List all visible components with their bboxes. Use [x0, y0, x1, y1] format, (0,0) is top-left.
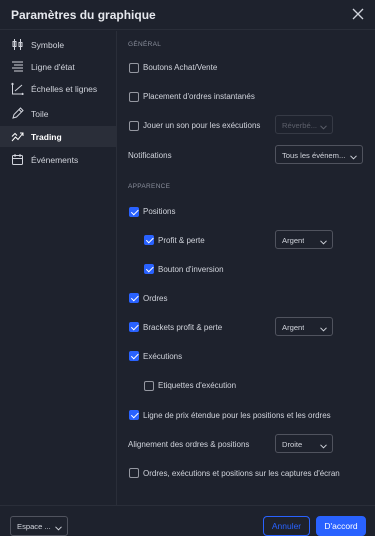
positions-checkbox[interactable]: [129, 207, 139, 217]
screenshots-label: Ordres, exécutions et positions sur les …: [143, 469, 340, 478]
dialog-header: Paramètres du graphique: [0, 0, 375, 30]
calendar-icon: [11, 153, 24, 166]
chevron-down-icon: [55, 523, 62, 531]
buy-sell-buttons-checkbox[interactable]: [129, 63, 139, 73]
sound-select[interactable]: Réverbé...: [275, 115, 333, 134]
reverse-button-label: Bouton d'inversion: [158, 265, 224, 274]
chevron-down-icon: [320, 324, 327, 332]
sidebar-item-scales[interactable]: Échelles et lignes: [0, 78, 116, 99]
settings-sidebar: Symbole Ligne d'état Échelles et lignes …: [0, 31, 117, 505]
extended-price-line-label: Ligne de prix étendue pour les positions…: [143, 411, 331, 420]
execution-labels-label: Etiquettes d'exécution: [158, 381, 237, 390]
chart-settings-dialog: Paramètres du graphique Symbole Ligne d'…: [0, 0, 375, 536]
buy-sell-buttons-label: Boutons Achat/Vente: [143, 63, 218, 72]
template-select-value: Espace ...: [17, 521, 51, 531]
profit-loss-select-value: Argent: [282, 235, 305, 245]
play-sound-checkbox[interactable]: [129, 121, 139, 131]
executions-checkbox[interactable]: [129, 351, 139, 361]
reverse-button-checkbox[interactable]: [144, 264, 154, 274]
close-icon[interactable]: [351, 7, 365, 21]
profit-loss-select[interactable]: Argent: [275, 230, 333, 249]
executions-label: Exécutions: [143, 352, 183, 361]
orders-label: Ordres: [143, 294, 168, 303]
sidebar-item-canvas[interactable]: Toile: [0, 103, 116, 124]
instant-orders-label: Placement d'ordres instantanés: [143, 92, 255, 101]
sidebar-item-label: Toile: [31, 109, 49, 119]
brackets-select-value: Argent: [282, 322, 305, 332]
extended-price-line-checkbox[interactable]: [129, 410, 139, 420]
ok-button[interactable]: D'accord: [316, 516, 366, 536]
sidebar-item-symbol[interactable]: Symbole: [0, 34, 116, 55]
template-select[interactable]: Espace ...: [10, 516, 68, 536]
sidebar-item-label: Événements: [31, 155, 79, 165]
chevron-down-icon: [320, 441, 327, 449]
sound-select-value: Réverbé...: [282, 120, 318, 130]
scales-icon: [11, 82, 24, 96]
profit-loss-label: Profit & perte: [158, 236, 205, 245]
dialog-title: Paramètres du graphique: [11, 8, 156, 22]
alignment-select[interactable]: Droite: [275, 434, 333, 453]
screenshots-checkbox[interactable]: [129, 468, 139, 478]
section-heading-general: GÉNÉRAL: [128, 41, 162, 48]
alignment-select-value: Droite: [282, 439, 303, 449]
alignment-label: Alignement des ordres & positions: [128, 440, 250, 449]
chevron-down-icon: [350, 152, 357, 160]
settings-content: GÉNÉRAL Boutons Achat/Vente Placement d'…: [118, 31, 375, 505]
trading-icon: [11, 130, 24, 143]
sidebar-item-label: Symbole: [31, 40, 65, 50]
dialog-footer: Espace ... Annuler D'accord: [0, 505, 375, 536]
instant-orders-checkbox[interactable]: [129, 92, 139, 102]
status-line-icon: [11, 60, 24, 73]
play-sound-label: Jouer un son pour les exécutions: [143, 121, 261, 130]
sidebar-item-events[interactable]: Événements: [0, 149, 116, 170]
chevron-down-icon: [320, 237, 327, 245]
section-heading-appearance: APPARENCE: [128, 183, 171, 190]
chevron-down-icon: [320, 122, 327, 130]
positions-label: Positions: [143, 207, 176, 216]
sidebar-item-trading[interactable]: Trading: [0, 126, 116, 147]
pencil-icon: [11, 107, 24, 120]
cancel-button[interactable]: Annuler: [263, 516, 310, 536]
brackets-checkbox[interactable]: [129, 322, 139, 332]
sidebar-item-label: Échelles et lignes: [31, 84, 98, 94]
notifications-select-value: Tous les événem...: [282, 150, 346, 160]
candlestick-icon: [11, 38, 24, 51]
sidebar-item-status-line[interactable]: Ligne d'état: [0, 56, 116, 77]
sidebar-item-label: Ligne d'état: [31, 62, 75, 72]
orders-checkbox[interactable]: [129, 293, 139, 303]
profit-loss-checkbox[interactable]: [144, 235, 154, 245]
brackets-label: Brackets profit & perte: [143, 323, 223, 332]
execution-labels-checkbox[interactable]: [144, 381, 154, 391]
notifications-select[interactable]: Tous les événem...: [275, 145, 363, 164]
notifications-label: Notifications: [128, 151, 172, 160]
sidebar-item-label: Trading: [31, 132, 62, 142]
brackets-select[interactable]: Argent: [275, 317, 333, 336]
